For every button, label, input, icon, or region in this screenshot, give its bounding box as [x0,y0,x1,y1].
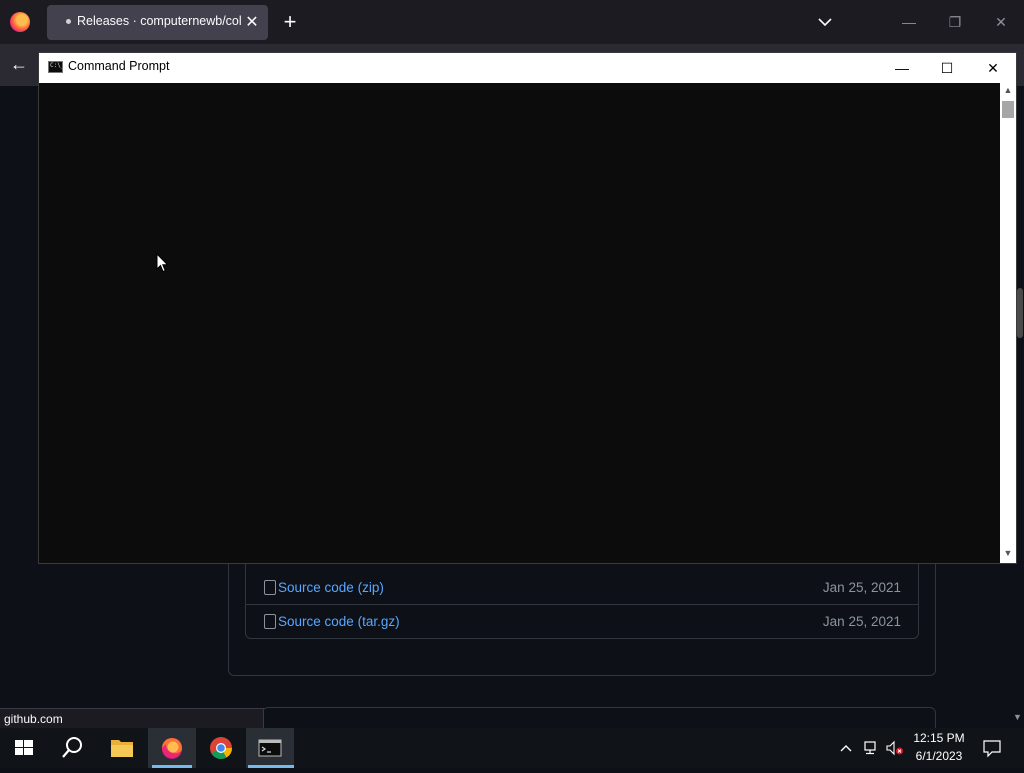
browser-minimize-button[interactable]: — [898,10,920,34]
asset-link-zip[interactable]: Source code (zip) [278,580,384,595]
file-explorer-button[interactable] [98,728,146,768]
clock-date[interactable]: 6/1/2023 [905,749,973,767]
cmd-taskbar-button[interactable] [246,728,294,768]
page-scrollbar-thumb[interactable] [1017,288,1023,338]
divider [246,604,918,605]
list-all-tabs-icon[interactable] [815,12,835,32]
asset-link-targz[interactable]: Source code (tar.gz) [278,614,400,629]
tab-loading-dot-icon [66,19,71,24]
firefox-taskbar-button[interactable] [148,728,196,768]
browser-close-button[interactable]: ✕ [990,10,1012,34]
search-button[interactable] [48,728,96,768]
network-icon[interactable] [862,739,880,757]
cmd-window-title: Command Prompt [68,59,170,73]
chrome-icon [210,737,232,759]
cmd-console-area[interactable] [39,83,1000,563]
action-center-icon[interactable] [982,738,1002,758]
chrome-taskbar-button[interactable] [197,728,245,768]
cmd-scrollbar-thumb[interactable] [1002,101,1014,118]
command-prompt-icon: C:\_ [48,61,64,73]
asset-date-targz: Jan 25, 2021 [822,614,901,629]
cmd-maximize-button[interactable]: ☐ [924,55,970,81]
file-explorer-icon [111,740,133,757]
tab-close-button[interactable]: ✕ [244,12,260,32]
cmd-scroll-down-icon[interactable]: ▼ [1001,548,1015,562]
firefox-icon [161,738,182,760]
start-icon [15,740,33,755]
firefox-logo-icon[interactable] [10,12,30,32]
cmd-minimize-button[interactable]: — [879,55,925,81]
tab-title: Releases · computernewb/collab-vm-web-ap… [77,14,241,28]
status-bar-url: github.com [0,708,264,729]
start-button[interactable] [0,728,48,768]
cmd-scrollbar[interactable] [1000,83,1016,563]
cmd-close-button[interactable]: ✕ [970,55,1016,81]
command-prompt-icon [258,739,282,757]
asset-date-zip: Jan 25, 2021 [822,580,901,595]
page-scroll-down-icon[interactable]: ▼ [1013,712,1024,724]
search-icon [62,737,82,758]
volume-muted-icon[interactable] [885,739,905,757]
zip-file-icon [264,580,276,595]
clock-time[interactable]: 12:15 PM [905,731,973,749]
mouse-cursor-icon [156,252,170,273]
new-tab-button[interactable]: + [280,10,300,34]
tar-file-icon [264,614,276,629]
back-button[interactable]: ← [10,54,36,76]
browser-restore-button[interactable]: ❐ [944,10,966,34]
show-hidden-icons-icon[interactable] [838,740,854,756]
cmd-scroll-up-icon[interactable]: ▲ [1001,85,1015,99]
